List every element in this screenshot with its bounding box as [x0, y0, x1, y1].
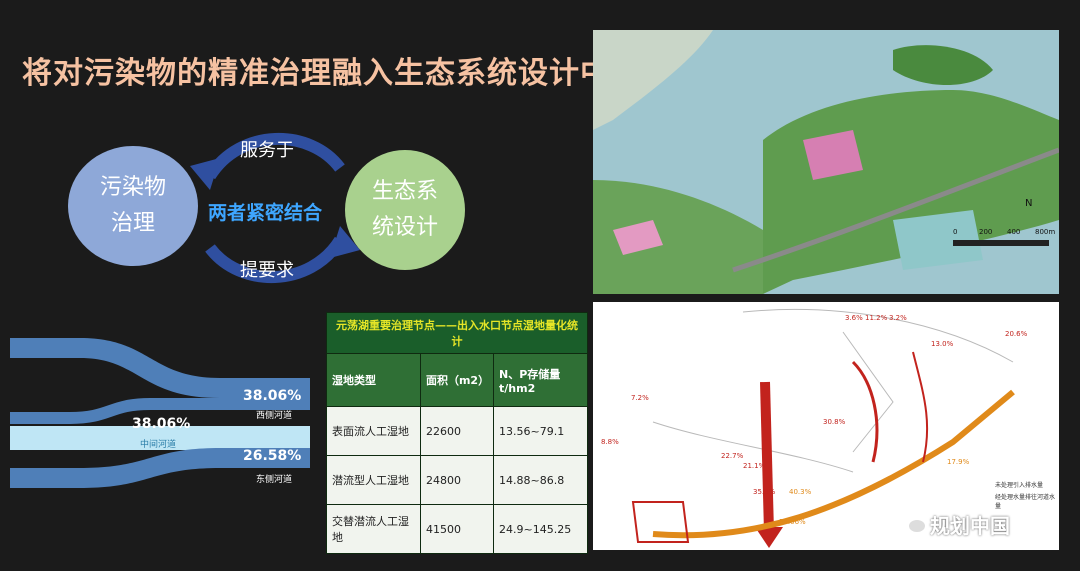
middle-pct: 38.06% — [132, 416, 191, 432]
pollutant-treatment-circle: 污染物 治理 — [68, 146, 198, 266]
table-cell: 交替潜流人工湿地 — [326, 504, 421, 554]
table-cell: 24.9~145.25 — [493, 504, 588, 554]
west-label: 西侧河道 — [256, 411, 293, 421]
flow-label: 7.2% — [631, 394, 649, 402]
scale-bar — [953, 240, 1049, 246]
wechat-icon — [901, 514, 925, 532]
table-caption: 元荡湖重要治理节点——出入水口节点湿地量化统计 — [326, 312, 588, 354]
flow-label: 3.2% — [889, 314, 907, 322]
scale-tick: 0 — [953, 228, 958, 236]
table-cell: 24800 — [419, 455, 495, 505]
page-title: 将对污染物的精准治理融入生态系统设计中 — [22, 56, 611, 91]
flow-label: 13.0% — [931, 340, 954, 348]
circle-line: 统设计 — [371, 215, 438, 240]
flow-label: 21.1% — [743, 462, 766, 470]
middle-label: 中间河道 — [140, 440, 177, 450]
master-plan-map: N 0 200 400 800m — [593, 30, 1059, 294]
flow-label: 35.3% — [753, 488, 776, 496]
flow-label: 22.7% — [721, 452, 744, 460]
top-arrow-label: 服务于 — [240, 140, 294, 161]
circle-line: 污染物 — [99, 175, 166, 200]
ecosystem-design-circle: 生态系 统设计 — [345, 150, 465, 270]
flow-label: 17.9% — [947, 458, 970, 466]
wetland-stats-table: 元荡湖重要治理节点——出入水口节点湿地量化统计 湿地类型 面积（m2） N、P存… — [326, 312, 588, 554]
flow-label: 11.2% — [865, 314, 888, 322]
circle-line: 生态系 — [371, 179, 438, 204]
watermark: 规划中国 — [930, 514, 1010, 538]
center-text: 两者紧密结合 — [208, 202, 323, 224]
circle-line: 治理 — [110, 211, 155, 236]
flow-label: 30.8% — [823, 418, 846, 426]
table-header: 面积（m2） — [419, 353, 495, 407]
table-header: N、P存储量t/hm2 — [493, 353, 588, 407]
table-row: 表面流人工湿地 22600 13.56~79.1 — [326, 406, 588, 456]
north-arrow: N — [1025, 198, 1033, 209]
table-row: 交替潜流人工湿地 41500 24.9~145.25 — [326, 504, 588, 554]
flow-label: 20.6% — [1005, 330, 1028, 338]
bottom-arrow-label: 提要求 — [240, 260, 294, 281]
table-cell: 潜流型人工湿地 — [326, 455, 421, 505]
table-cell: 13.56~79.1 — [493, 406, 588, 456]
flow-label: 8.8% — [601, 438, 619, 446]
flow-label: 38.06% — [779, 518, 806, 526]
table-cell: 表面流人工湿地 — [326, 406, 421, 456]
scale-tick: 200 — [979, 228, 993, 236]
legend-item: 经处理水量排往河道水量 — [995, 494, 1056, 510]
scale-tick: 800m — [1035, 228, 1056, 236]
legend-item: 未处理引入排水量 — [995, 482, 1044, 489]
flow-label: 3.6% — [845, 314, 863, 322]
table-cell: 22600 — [419, 406, 495, 456]
table-cell: 41500 — [419, 504, 495, 554]
west-pct: 38.06% — [243, 388, 302, 404]
scale-tick: 400 — [1007, 228, 1021, 236]
table-row: 潜流型人工湿地 24800 14.88~86.8 — [326, 455, 588, 505]
table-header: 湿地类型 — [326, 353, 421, 407]
east-label: 东侧河道 — [256, 475, 293, 485]
flow-label: 40.3% — [789, 488, 812, 496]
east-pct: 26.58% — [243, 448, 302, 464]
table-cell: 14.88~86.8 — [493, 455, 588, 505]
